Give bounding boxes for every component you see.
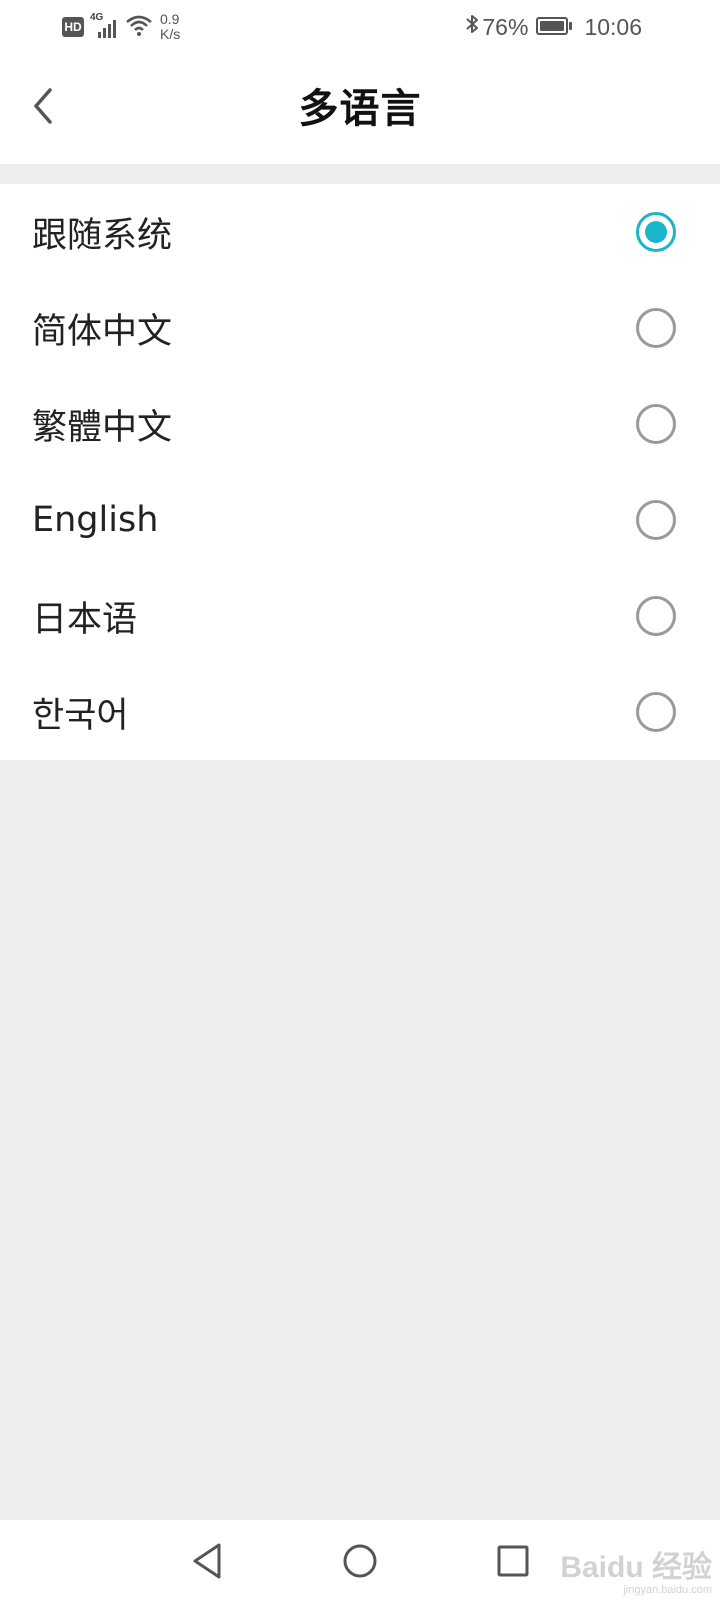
- radio-button[interactable]: [636, 500, 676, 540]
- radio-button[interactable]: [636, 692, 676, 732]
- square-recents-icon: [497, 1545, 529, 1577]
- page-title: 多语言: [298, 86, 422, 132]
- nav-home-button[interactable]: [337, 1538, 383, 1584]
- bluetooth-icon: [464, 12, 480, 42]
- clock: 10:06: [584, 13, 642, 40]
- language-label: 简体中文: [32, 311, 173, 352]
- status-right: 76% 10:06: [464, 12, 642, 42]
- radio-button[interactable]: [636, 404, 676, 444]
- nav-back-button[interactable]: [184, 1538, 230, 1584]
- watermark-brand: Baidu 经验: [560, 1551, 712, 1584]
- language-list: 跟随系统 简体中文 繁體中文 English 日本语 한국어: [0, 184, 720, 760]
- battery-icon: [536, 17, 574, 37]
- language-label: 跟随系统: [32, 215, 173, 256]
- status-left: HD 4G 0.9 K/s: [62, 12, 180, 42]
- cellular-signal-icon: 4G: [90, 12, 120, 40]
- language-option-system[interactable]: 跟随系统: [0, 184, 720, 280]
- speed-unit: K/s: [160, 26, 181, 42]
- language-label: 日本语: [32, 599, 138, 640]
- hd-badge: HD: [62, 17, 84, 37]
- language-label: English: [32, 500, 159, 540]
- language-label: 繁體中文: [32, 407, 173, 448]
- status-bar: HD 4G 0.9 K/s 76% 10:06: [0, 0, 720, 52]
- nav-recents-button[interactable]: [490, 1538, 536, 1584]
- language-label: 한국어: [32, 695, 129, 736]
- language-option-japanese[interactable]: 日本语: [0, 568, 720, 664]
- language-option-korean[interactable]: 한국어: [0, 664, 720, 760]
- triangle-back-icon: [193, 1543, 221, 1579]
- language-option-traditional-chinese[interactable]: 繁體中文: [0, 376, 720, 472]
- language-option-english[interactable]: English: [0, 472, 720, 568]
- language-option-simplified-chinese[interactable]: 简体中文: [0, 280, 720, 376]
- title-bar: 多语言: [0, 52, 720, 164]
- radio-button[interactable]: [636, 596, 676, 636]
- watermark-url: jingyan.baidu.com: [623, 1584, 712, 1596]
- network-speed: 0.9 K/s: [160, 12, 180, 42]
- wifi-icon: [124, 13, 154, 41]
- battery-percent: 76%: [482, 13, 529, 40]
- radio-button-selected[interactable]: [636, 212, 676, 252]
- circle-home-icon: [343, 1544, 377, 1578]
- watermark: Baidu 经验 jingyan.baidu.com: [560, 1551, 712, 1597]
- system-nav-bar: Baidu 经验 jingyan.baidu.com: [0, 1520, 720, 1600]
- speed-value: 0.9: [160, 11, 180, 27]
- radio-button[interactable]: [636, 308, 676, 348]
